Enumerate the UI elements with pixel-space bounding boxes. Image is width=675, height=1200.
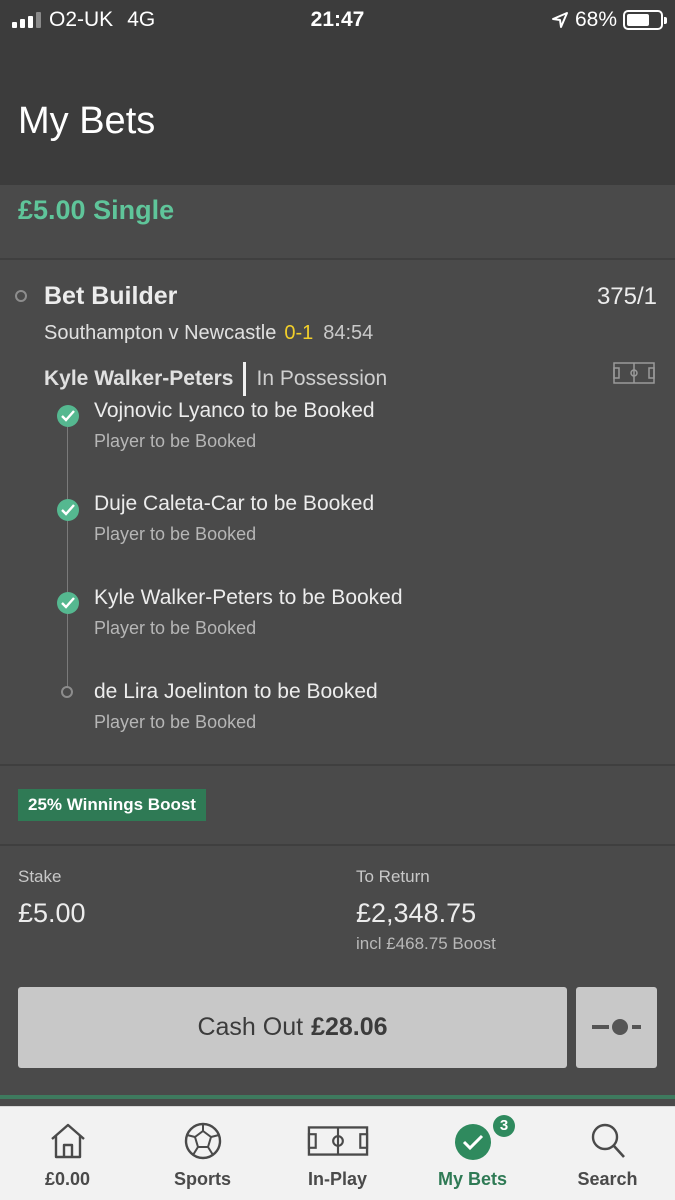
live-player-status: Kyle Walker-Peters In Possession: [44, 362, 387, 396]
match-score: 0-1: [284, 322, 314, 344]
nav-label: In-Play: [307, 1169, 368, 1189]
leg-title: de Lira Joelinton to be Booked: [94, 680, 378, 703]
battery-percent: 68%: [574, 8, 617, 31]
stake-label: Stake: [18, 867, 62, 886]
page-title: My Bets: [18, 100, 156, 142]
check-icon: [57, 592, 79, 614]
check-icon: [57, 499, 79, 521]
nav-in-play[interactable]: In-Play: [270, 1107, 405, 1200]
cash-out-label: Cash Out: [197, 1013, 304, 1041]
home-icon: [50, 1123, 85, 1159]
nav-label: Search: [577, 1169, 638, 1189]
search-icon: [591, 1123, 625, 1158]
nav-sports[interactable]: Sports: [135, 1107, 270, 1200]
cash-out-button[interactable]: Cash Out £28.06: [18, 987, 567, 1068]
match-name: Southampton v Newcastle: [44, 322, 277, 344]
check-circle-icon: [454, 1124, 491, 1160]
cash-out-amount: £28.06: [311, 1013, 388, 1041]
match-info[interactable]: Southampton v Newcastle 0-1 84:54: [44, 322, 373, 345]
app-header: My Bets: [0, 40, 675, 185]
pitch-icon: [307, 1126, 368, 1156]
status-bar: O2-UK 4G 21:47 68%: [0, 0, 675, 40]
player-status: In Possession: [256, 367, 388, 390]
battery-icon: [623, 10, 667, 30]
return-value: £2,348.75: [356, 898, 477, 928]
divider: [0, 258, 675, 260]
battery-info: 68%: [551, 8, 667, 32]
nav-my-bets[interactable]: 3 My Bets: [405, 1107, 540, 1200]
leg-title: Vojnovic Lyanco to be Booked: [94, 399, 375, 422]
location-arrow-icon: [551, 12, 568, 28]
football-icon: [184, 1122, 221, 1160]
match-clock: 84:54: [323, 322, 374, 344]
pitch-icon[interactable]: [613, 362, 655, 384]
nav-label: Sports: [173, 1169, 231, 1189]
leg-subtitle: Player to be Booked: [94, 712, 257, 732]
player-name: Kyle Walker-Peters: [44, 367, 234, 390]
divider: [0, 764, 675, 766]
pending-dot-icon: [61, 686, 73, 698]
nav-search[interactable]: Search: [540, 1107, 675, 1200]
divider: [0, 844, 675, 846]
bet-builder-title: Bet Builder: [44, 282, 178, 310]
leg-title: Kyle Walker-Peters to be Booked: [94, 586, 403, 609]
leg-subtitle: Player to be Booked: [94, 618, 257, 638]
bet-summary[interactable]: £5.00 Single: [18, 195, 174, 226]
section-divider: [0, 1095, 675, 1099]
legs-timeline: [67, 415, 68, 690]
bet-odds: 375/1: [596, 283, 657, 310]
bets-count-badge: 3: [493, 1115, 515, 1137]
boost-note: incl £468.75 Boost: [356, 934, 496, 953]
nav-label: £0.00: [44, 1169, 91, 1189]
boost-badge: 25% Winnings Boost: [18, 789, 206, 821]
leg-title: Duje Caleta-Car to be Booked: [94, 492, 375, 515]
nav-label: My Bets: [437, 1169, 508, 1189]
partial-cashout-button[interactable]: [576, 987, 657, 1068]
check-icon: [57, 405, 79, 427]
stake-value: £5.00: [18, 898, 86, 928]
status-dot-icon: [15, 290, 27, 302]
slider-icon: [592, 1019, 641, 1035]
leg-subtitle: Player to be Booked: [94, 431, 257, 451]
leg-subtitle: Player to be Booked: [94, 524, 257, 544]
return-label: To Return: [356, 867, 430, 886]
bottom-nav: £0.00 Sports In-Play 3 My Bets Search: [0, 1106, 675, 1200]
separator: [243, 362, 247, 396]
nav-balance[interactable]: £0.00: [0, 1107, 135, 1200]
